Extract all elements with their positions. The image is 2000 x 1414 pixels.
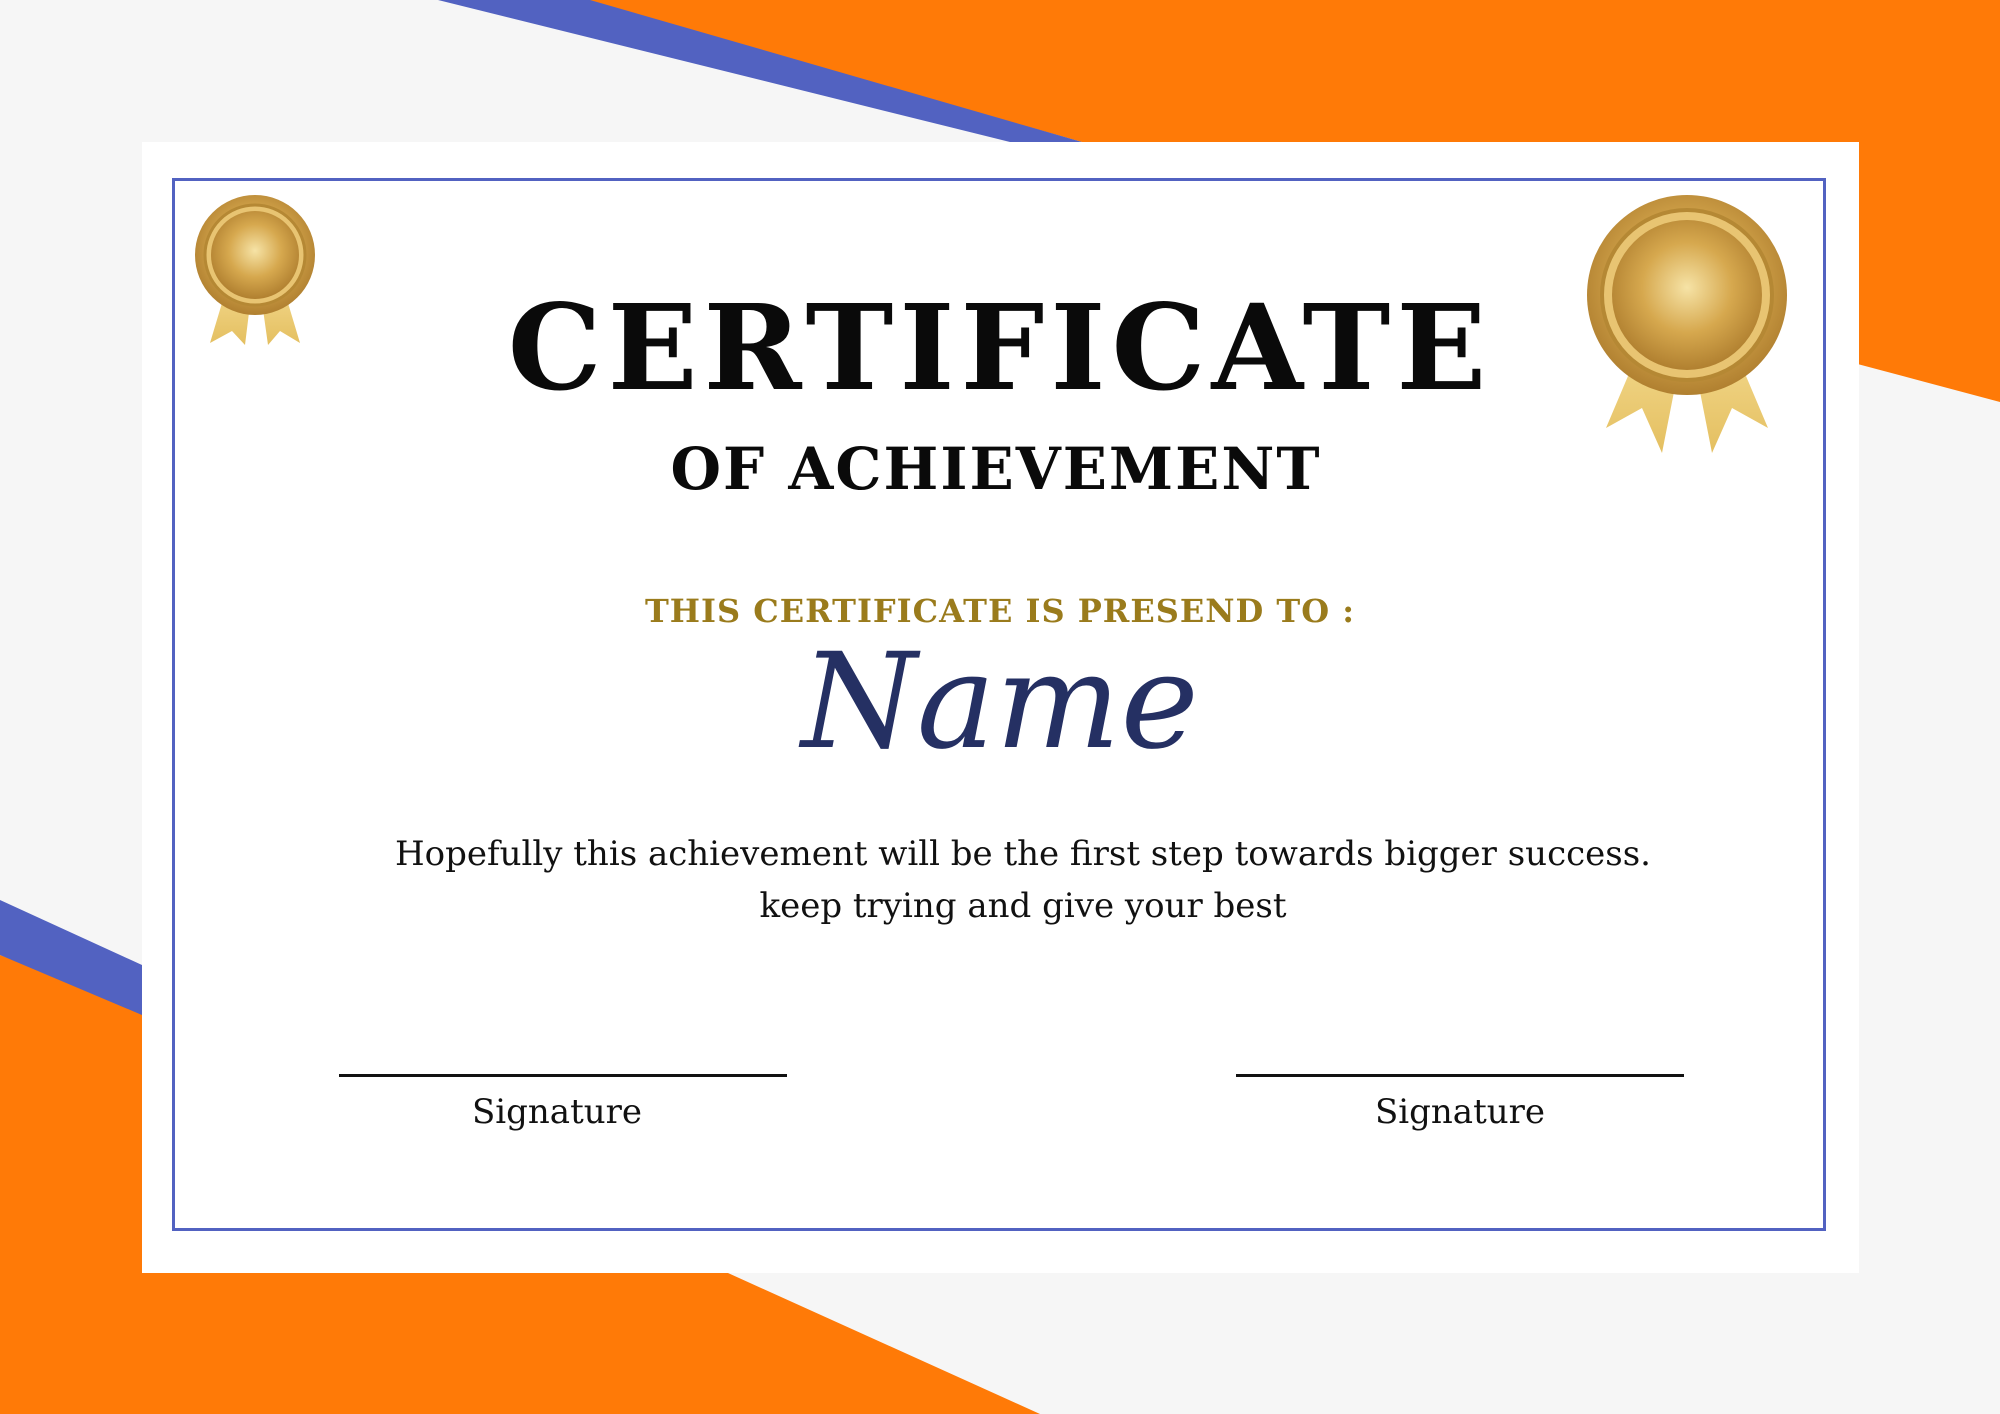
signature-line-right (1236, 1074, 1684, 1077)
message-line-2: keep trying and give your best (759, 886, 1287, 926)
certificate-title: CERTIFICATE (507, 278, 1493, 417)
recipient-name: Name (801, 625, 1199, 779)
signature-label-left: Signature (471, 1092, 643, 1132)
certificate-subtitle: OF ACHIEVEMENT (670, 435, 1322, 503)
signature-line-left (339, 1074, 787, 1077)
message-line-1: Hopefully this achievement will be the f… (395, 834, 1651, 874)
signature-label-right: Signature (1374, 1092, 1546, 1132)
